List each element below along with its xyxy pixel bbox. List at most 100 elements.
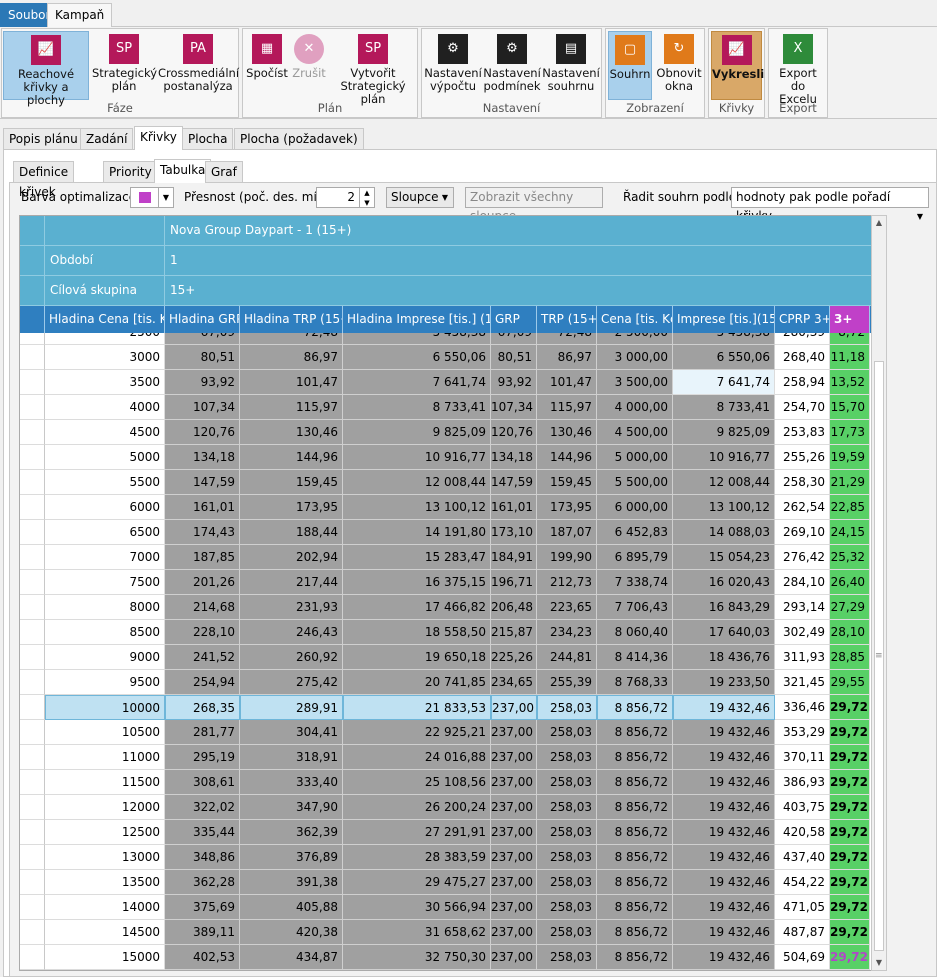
table-row[interactable]: 4000 107,34 115,97 8 733,41 107,34 115,97 4 00… bbox=[20, 395, 886, 420]
table-cell[interactable]: 29,72 bbox=[830, 720, 870, 745]
table-cell[interactable]: 318,91 bbox=[240, 745, 343, 770]
tab-krivky[interactable]: Křivky bbox=[134, 126, 183, 150]
table-cell[interactable]: 67,09 bbox=[165, 333, 240, 345]
table-row[interactable]: 5500 147,59 159,45 12 008,44 147,59 159,45 5 5… bbox=[20, 470, 886, 495]
table-cell[interactable]: 386,93 bbox=[775, 770, 830, 795]
table-cell[interactable]: 144,96 bbox=[537, 445, 597, 470]
table-cell[interactable]: 27 291,91 bbox=[343, 820, 491, 845]
row-header[interactable] bbox=[20, 420, 45, 445]
table-cell[interactable]: 130,46 bbox=[537, 420, 597, 445]
table-row[interactable]: 13000 348,86 376,89 28 383,59 237,00 258,03 8 … bbox=[20, 845, 886, 870]
table-cell[interactable]: 237,00 bbox=[491, 845, 537, 870]
row-header[interactable] bbox=[20, 945, 45, 970]
table-cell[interactable]: 280,39 bbox=[775, 333, 830, 345]
draw-button[interactable]: 📈 Vykresli bbox=[711, 31, 764, 100]
table-cell[interactable]: 196,71 bbox=[491, 570, 537, 595]
row-header[interactable] bbox=[20, 745, 45, 770]
table-cell[interactable]: 14500 bbox=[45, 920, 165, 945]
table-cell[interactable]: 353,29 bbox=[775, 720, 830, 745]
table-row[interactable]: 11500 308,61 333,40 25 108,56 237,00 258,03 8 … bbox=[20, 770, 886, 795]
table-cell[interactable]: 27,29 bbox=[830, 595, 870, 620]
column-header-1[interactable]: Hladina GRP bbox=[165, 306, 240, 333]
table-cell[interactable]: 258,03 bbox=[537, 795, 597, 820]
row-header[interactable] bbox=[20, 445, 45, 470]
table-cell[interactable]: 4 500,00 bbox=[597, 420, 673, 445]
table-cell[interactable]: 29,72 bbox=[830, 820, 870, 845]
table-cell[interactable]: 17 640,03 bbox=[673, 620, 775, 645]
table-cell[interactable]: 335,44 bbox=[165, 820, 240, 845]
table-cell[interactable]: 237,00 bbox=[491, 870, 537, 895]
table-cell[interactable]: 8 856,72 bbox=[597, 945, 673, 970]
table-row[interactable]: 4500 120,76 130,46 9 825,09 120,76 130,46 4 50… bbox=[20, 420, 886, 445]
table-cell[interactable]: 21,29 bbox=[830, 470, 870, 495]
table-cell[interactable]: 9 825,09 bbox=[673, 420, 775, 445]
table-cell[interactable]: 174,43 bbox=[165, 520, 240, 545]
table-cell[interactable]: 17,73 bbox=[830, 420, 870, 445]
row-header[interactable] bbox=[20, 670, 45, 695]
table-cell[interactable]: 322,02 bbox=[165, 795, 240, 820]
show-all-columns-button[interactable]: Zobrazit všechny sloupce bbox=[465, 187, 603, 223]
table-cell[interactable]: 5 458,38 bbox=[343, 333, 491, 345]
table-cell[interactable]: 258,03 bbox=[537, 845, 597, 870]
table-cell[interactable]: 214,68 bbox=[165, 595, 240, 620]
reach-curves-button[interactable]: 📈 Reachové křivky a plochy bbox=[3, 31, 89, 107]
table-cell[interactable]: 29,55 bbox=[830, 670, 870, 695]
table-cell[interactable]: 487,87 bbox=[775, 920, 830, 945]
tab-popis-planu[interactable]: Popis plánu bbox=[3, 128, 84, 150]
table-cell[interactable]: 260,92 bbox=[240, 645, 343, 670]
table-cell[interactable]: 6500 bbox=[45, 520, 165, 545]
table-cell[interactable]: 8 856,72 bbox=[597, 695, 673, 720]
table-cell[interactable]: 8 733,41 bbox=[343, 395, 491, 420]
table-cell[interactable]: 8000 bbox=[45, 595, 165, 620]
table-cell[interactable]: 258,03 bbox=[537, 895, 597, 920]
row-header[interactable] bbox=[20, 845, 45, 870]
table-row[interactable]: 250067,0972,485 458,3867,0972,482 500,00… bbox=[20, 333, 886, 345]
table-cell[interactable]: 2 500,00 bbox=[597, 333, 673, 345]
table-row[interactable]: 6000 161,01 173,95 13 100,12 161,01 173,95 6 0… bbox=[20, 495, 886, 520]
table-cell[interactable]: 8 768,33 bbox=[597, 670, 673, 695]
table-cell[interactable]: 29,72 bbox=[830, 920, 870, 945]
table-cell[interactable]: 19 432,46 bbox=[673, 845, 775, 870]
table-cell[interactable]: 275,42 bbox=[240, 670, 343, 695]
table-cell[interactable]: 7 706,43 bbox=[597, 595, 673, 620]
table-cell[interactable]: 20 741,85 bbox=[343, 670, 491, 695]
tab-priority[interactable]: Priority bbox=[103, 161, 158, 183]
row-header[interactable] bbox=[20, 570, 45, 595]
table-cell[interactable]: 437,40 bbox=[775, 845, 830, 870]
table-cell[interactable]: 258,03 bbox=[537, 820, 597, 845]
table-cell[interactable]: 12500 bbox=[45, 820, 165, 845]
table-cell[interactable]: 295,19 bbox=[165, 745, 240, 770]
table-cell[interactable]: 24,15 bbox=[830, 520, 870, 545]
table-cell[interactable]: 19 432,46 bbox=[673, 720, 775, 745]
table-cell[interactable]: 115,97 bbox=[537, 395, 597, 420]
table-cell[interactable]: 231,93 bbox=[240, 595, 343, 620]
table-cell[interactable]: 333,40 bbox=[240, 770, 343, 795]
table-cell[interactable]: 255,26 bbox=[775, 445, 830, 470]
menu-campaign[interactable]: Kampaň bbox=[47, 3, 113, 27]
table-cell[interactable]: 19 432,46 bbox=[673, 895, 775, 920]
tab-definice-krivek[interactable]: Definice křivek bbox=[13, 161, 75, 199]
table-cell[interactable]: 504,69 bbox=[775, 945, 830, 970]
table-cell[interactable]: 420,38 bbox=[240, 920, 343, 945]
table-cell[interactable]: 147,59 bbox=[491, 470, 537, 495]
table-cell[interactable]: 86,97 bbox=[537, 345, 597, 370]
row-header[interactable] bbox=[20, 595, 45, 620]
table-cell[interactable]: 5 458,38 bbox=[673, 333, 775, 345]
table-cell[interactable]: 29,72 bbox=[830, 895, 870, 920]
table-cell[interactable]: 376,89 bbox=[240, 845, 343, 870]
table-cell[interactable]: 241,52 bbox=[165, 645, 240, 670]
table-cell[interactable]: 262,54 bbox=[775, 495, 830, 520]
table-cell[interactable]: 86,97 bbox=[240, 345, 343, 370]
table-row[interactable]: 7500 201,26 217,44 16 375,15 196,71 212,73 7 3… bbox=[20, 570, 886, 595]
table-row[interactable]: 11000 295,19 318,91 24 016,88 237,00 258,03 8 … bbox=[20, 745, 886, 770]
table-cell[interactable]: 348,86 bbox=[165, 845, 240, 870]
table-row[interactable]: 8500 228,10 246,43 18 558,50 215,87 234,23 8 0… bbox=[20, 620, 886, 645]
table-cell[interactable]: 212,73 bbox=[537, 570, 597, 595]
export-excel-button[interactable]: X Export do Excelu bbox=[771, 31, 825, 106]
table-cell[interactable]: 80,51 bbox=[165, 345, 240, 370]
table-cell[interactable]: 8 856,72 bbox=[597, 720, 673, 745]
table-cell[interactable]: 225,26 bbox=[491, 645, 537, 670]
table-cell[interactable]: 7000 bbox=[45, 545, 165, 570]
row-header[interactable] bbox=[20, 920, 45, 945]
table-cell[interactable]: 13 100,12 bbox=[673, 495, 775, 520]
